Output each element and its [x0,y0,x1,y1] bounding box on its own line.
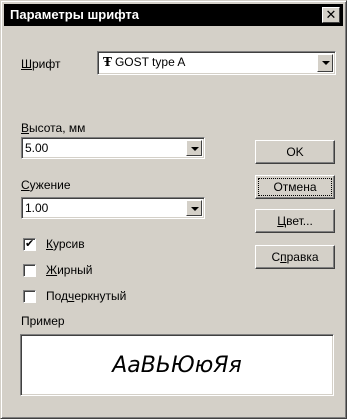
bold-label-accel: Ж [46,263,58,277]
help-button-pre: С [271,250,281,264]
narrowing-label-accel: С [21,178,30,192]
font-select[interactable]: Ŧ GOST type A [97,51,336,75]
font-settings-dialog: Параметры шрифта ✕ Шрифт Ŧ GOST type A Вы… [0,0,347,419]
color-button[interactable]: Цвет... [255,209,335,233]
italic-checkbox[interactable] [23,237,36,251]
underline-label-pre: Под [46,289,69,303]
narrowing-select[interactable]: 1.00 [21,197,205,219]
cancel-button[interactable]: Отмена [255,175,335,199]
underline-label: Подчеркнутый [46,289,126,303]
close-icon: ✕ [325,7,337,23]
truetype-font-icon: Ŧ [103,55,112,69]
font-value: GOST type A [114,55,186,69]
help-button[interactable]: Сп равка [255,245,335,269]
underline-label-text: еркнутый [74,289,127,303]
italic-label: Курсив [46,237,85,251]
close-button[interactable]: ✕ [322,7,340,23]
bold-checkbox-row[interactable]: Жирный [23,263,92,277]
height-label-text: ысота, мм [29,121,86,135]
title-bar[interactable]: Параметры шрифта ✕ [4,4,343,26]
color-button-accel: Ц [277,214,287,228]
chevron-down-icon[interactable] [186,200,202,216]
bold-label-text: ирный [57,263,93,277]
underline-checkbox[interactable] [23,289,36,303]
bold-checkbox[interactable] [23,263,36,277]
italic-checkbox-row[interactable]: Курсив [23,237,85,251]
font-label-text: рифт [32,57,61,71]
sample-text: АаВЬЮюЯя [112,352,242,378]
font-select-value: Ŧ GOST type A [103,55,185,69]
narrowing-value: 1.00 [25,201,49,215]
height-select[interactable]: 5.00 [21,137,205,159]
chevron-down-icon[interactable] [186,140,202,156]
font-label-accel: Ш [21,57,32,71]
font-label: Шрифт [21,57,60,71]
narrowing-label-text: ужение [29,178,71,192]
height-label-accel: В [21,121,30,135]
height-value: 5.00 [25,141,49,155]
italic-label-text: урсив [53,237,85,251]
bold-label: Жирный [46,263,92,277]
sample-label: Пример [21,314,65,328]
narrowing-label: Сужение [21,178,71,192]
color-button-text: вет... [286,214,313,228]
chevron-down-icon[interactable] [317,54,333,72]
sample-preview: АаВЬЮюЯя [20,334,334,396]
underline-checkbox-row[interactable]: Подчеркнутый [23,289,126,303]
italic-label-accel: К [46,237,53,251]
ok-button[interactable]: OK [255,140,335,164]
height-label: Высота, мм [21,121,85,135]
window-title: Параметры шрифта [10,7,140,22]
help-button-text: равка [286,250,319,264]
